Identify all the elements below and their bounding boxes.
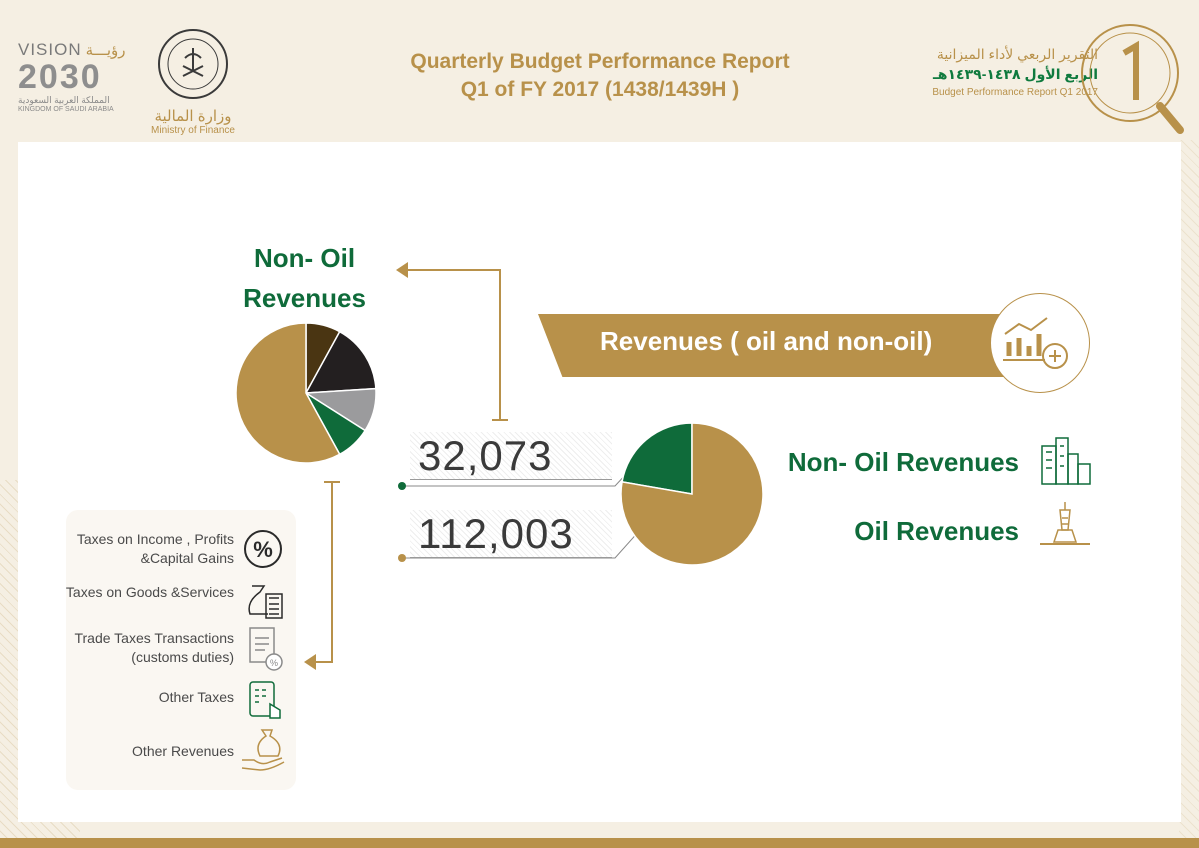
connector-top (402, 269, 501, 420)
tax-income-label: Taxes on Income , Profits &Capital Gains (76, 531, 234, 566)
non-oil-value-box: 32,073 (410, 432, 612, 480)
arrow-left-icon (396, 262, 408, 278)
legend-oil: Oil Revenues (854, 516, 1019, 546)
document-percent-icon: % (249, 627, 283, 671)
non-oil-dot (398, 482, 406, 490)
svg-text:%: % (253, 537, 273, 562)
city-buildings-icon (1041, 437, 1091, 485)
non-oil-breakdown-pie (235, 322, 377, 464)
tax-trade-label: Trade Taxes Transactions (customs duties… (74, 630, 234, 665)
chart-growth-icon (1003, 317, 1068, 369)
revenue-split-pie (620, 422, 764, 566)
oil-rig-icon (1040, 502, 1090, 545)
connector-bottom (312, 482, 333, 663)
non-oil-title: Non- Oil Revenues (243, 243, 366, 313)
banner-icon-circle (990, 293, 1090, 393)
money-bag-calculator-icon (248, 585, 283, 619)
oil-value: 112,003 (418, 510, 574, 557)
non-oil-value: 32,073 (418, 432, 553, 479)
revenues-banner-text: Revenues ( oil and non-oil) (600, 326, 933, 356)
hand-money-bag-icon (241, 729, 285, 771)
arrow-left-icon (304, 654, 316, 670)
tax-goods-label: Taxes on Goods &Services (65, 584, 234, 600)
tablet-touch-icon (249, 681, 281, 719)
oil-dot (398, 554, 406, 562)
percent-icon: % (244, 530, 282, 568)
tax-other-taxes-label: Other Taxes (158, 689, 234, 705)
other-revenues-label: Other Revenues (132, 743, 234, 759)
svg-text:%: % (270, 658, 278, 668)
legend-non-oil: Non- Oil Revenues (787, 447, 1019, 477)
oil-value-box: 112,003 (410, 510, 612, 558)
